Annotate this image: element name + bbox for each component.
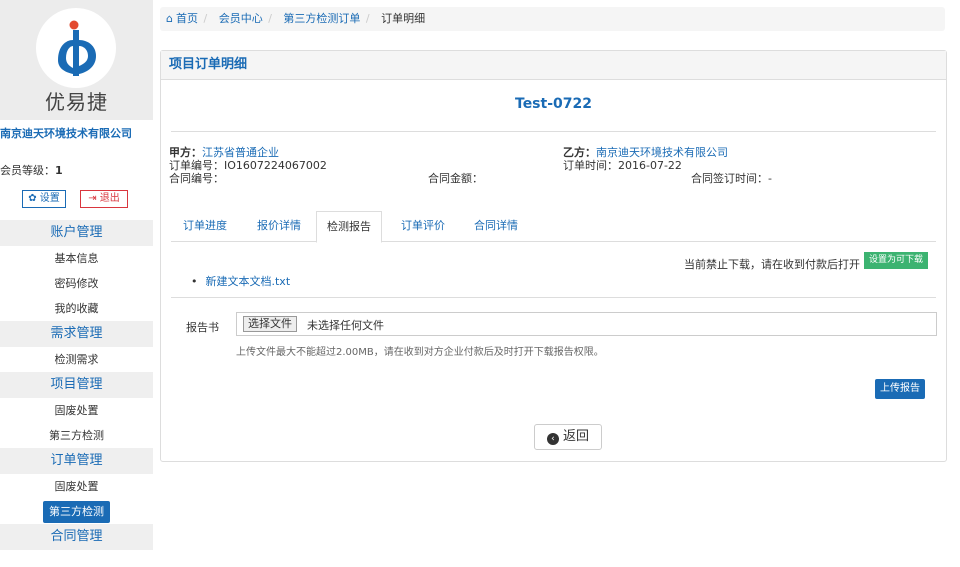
breadcrumb-sep: / [268,12,272,25]
menu-group-order[interactable]: 订单管理 [0,448,153,474]
menu-item-order-waste[interactable]: 固废处置 [0,474,153,499]
contract-amount-label: 合同金额： [428,172,483,185]
member-level-label: 会员等级： [0,164,55,177]
menu-group-demand[interactable]: 需求管理 [0,321,153,347]
back-label: 返回 [562,429,589,444]
upload-hint: 上传文件最大不能超过2.00MB，请在收到对方企业付款后及时打开下载报告权限。 [236,347,604,358]
order-time-value: 2016-07-22 [618,159,682,172]
sidebar: 优易捷 南京迪天环境技术有限公司 会员等级：1 ✿ 设置 ⇥ 退出 账户管理 基… [0,0,153,567]
logo-area: 优易捷 [0,0,153,120]
breadcrumb-home-label: 首页 [175,12,198,25]
tab-bar: 订单进度 报价详情 检测报告 订单评价 合同详情 [171,211,936,243]
panel-title: 项目订单明细 [161,51,946,80]
report-label: 报告书 [186,321,219,334]
settings-label: 设置 [39,193,60,204]
upload-report-button[interactable]: 上传报告 [875,379,925,399]
menu-item-order-third-party-label: 第三方检测 [43,501,110,523]
party-a: 甲方：江苏省普通企业 [169,147,279,159]
order-number: 订单编号：IO1607224067002 [169,160,327,172]
order-time: 订单时间：2016-07-22 [563,160,682,172]
menu-item-project-third-party[interactable]: 第三方检测 [0,423,153,448]
sign-time-label: 合同签订时间： [691,172,768,185]
choose-file-button[interactable]: 选择文件 [243,316,297,332]
settings-button[interactable]: ✿ 设置 [22,190,66,208]
member-level-value: 1 [55,164,63,177]
party-a-label: 甲方： [169,146,202,159]
logout-button[interactable]: ⇥ 退出 [80,190,128,208]
contract-amount: 合同金额： [428,173,483,185]
breadcrumb-orders[interactable]: 第三方检测订单 [283,12,360,25]
sign-time-value: - [768,172,772,185]
sidebar-menu: 账户管理 基本信息 密码修改 我的收藏 需求管理 检测需求 项目管理 固废处置 … [0,220,153,550]
party-b-value[interactable]: 南京迪天环境技术有限公司 [596,146,728,159]
divider [171,131,936,132]
logout-label: 退出 [99,193,120,204]
back-button[interactable]: ‹ 返回 [534,424,602,450]
contract-number: 合同编号： [169,173,224,185]
menu-item-password[interactable]: 密码修改 [0,271,153,296]
contract-number-label: 合同编号： [169,172,224,185]
gear-icon: ✿ [28,193,37,204]
tab-test-report[interactable]: 检测报告 [316,211,382,243]
enable-download-button[interactable]: 设置为可下载 [864,252,929,269]
breadcrumb-home[interactable]: ⌂ 首页 [166,12,198,25]
breadcrumb-sep: / [365,12,370,25]
company-name[interactable]: 南京迪天环境技术有限公司 [0,126,150,142]
sign-time: 合同签订时间：- [691,173,772,185]
menu-item-basic-info[interactable]: 基本信息 [0,246,153,271]
back-circle-icon: ‹ [546,433,559,445]
menu-item-test-demand[interactable]: 检测需求 [0,347,153,372]
order-name: Test-0722 [515,96,592,112]
order-detail-panel: 项目订单明细 Test-0722 甲方：江苏省普通企业 订单编号：IO16072… [160,50,947,462]
party-b-label: 乙方： [563,146,596,159]
menu-item-project-waste[interactable]: 固废处置 [0,398,153,423]
menu-group-account[interactable]: 账户管理 [0,220,153,246]
logout-icon: ⇥ [88,193,97,204]
menu-group-contract[interactable]: 合同管理 [0,524,153,550]
tab-quote-detail[interactable]: 报价详情 [257,211,301,241]
party-b: 乙方：南京迪天环境技术有限公司 [563,147,728,159]
order-number-value: IO1607224067002 [224,159,327,172]
home-icon: ⌂ [166,12,173,25]
logo-text: 优易捷 [45,90,108,114]
breadcrumb-member-center[interactable]: 会员中心 [219,12,263,25]
download-notice: 当前禁止下载，请在收到付款后打开 [684,258,860,271]
breadcrumb: ⌂ 首页 / 会员中心 / 第三方检测订单 / 订单明细 [160,7,945,31]
tab-contract-detail[interactable]: 合同详情 [474,211,518,241]
divider [171,297,936,298]
menu-group-project[interactable]: 项目管理 [0,372,153,398]
member-level: 会员等级：1 [0,162,63,178]
party-a-value[interactable]: 江苏省普通企业 [202,146,279,159]
tab-order-review[interactable]: 订单评价 [401,211,445,241]
order-number-label: 订单编号： [169,159,224,172]
tab-order-progress[interactable]: 订单进度 [183,211,227,241]
order-time-label: 订单时间： [563,159,618,172]
logo-icon [36,8,116,88]
report-file-link[interactable]: 新建文本文档.txt [191,273,291,289]
menu-item-order-third-party[interactable]: 第三方检测 [0,499,153,524]
menu-item-favorites[interactable]: 我的收藏 [0,296,153,321]
report-file-input[interactable]: 选择文件 未选择任何文件 [236,312,937,336]
breadcrumb-current: 订单明细 [381,12,426,25]
breadcrumb-sep: / [203,12,208,25]
no-file-text: 未选择任何文件 [307,319,384,332]
